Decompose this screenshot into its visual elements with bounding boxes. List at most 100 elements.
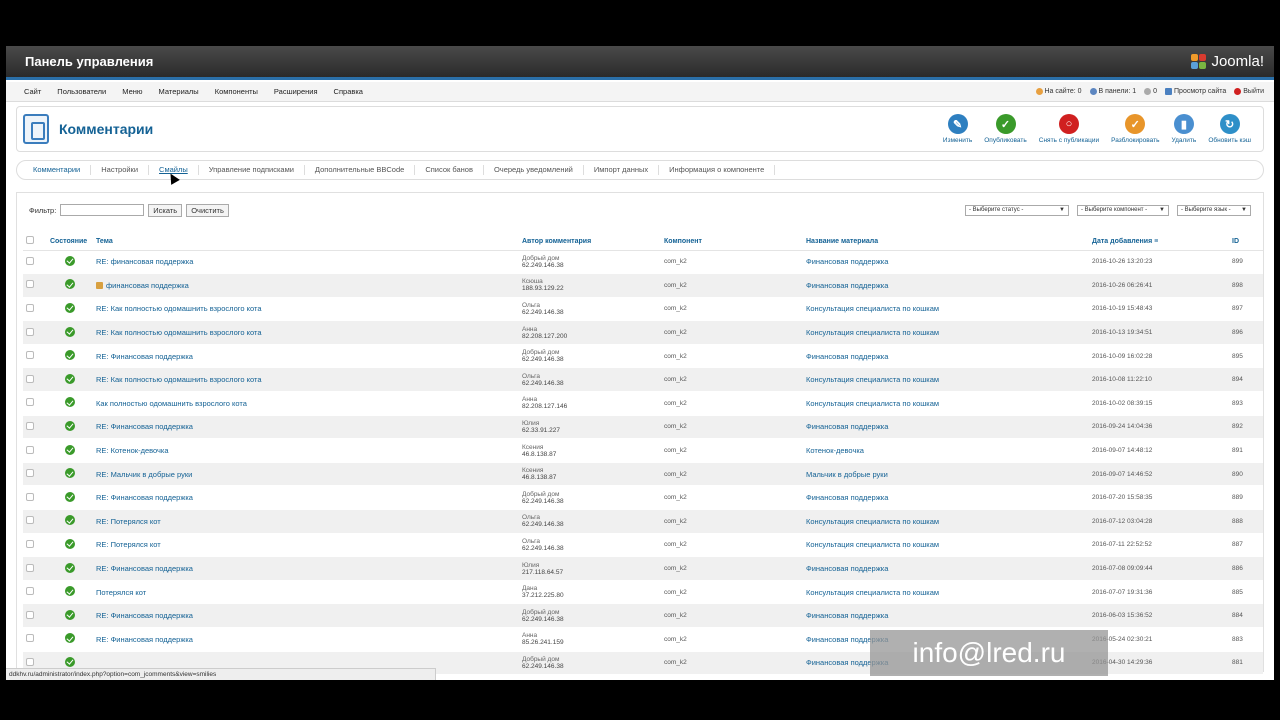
published-icon[interactable] (65, 373, 75, 384)
tab-item[interactable]: Очередь уведомлений (484, 165, 584, 175)
search-button[interactable]: Искать (148, 203, 183, 217)
menu-item[interactable]: Сайт (16, 87, 49, 96)
row-checkbox[interactable] (26, 587, 34, 596)
row-checkbox[interactable] (26, 398, 34, 407)
row-checkbox[interactable] (26, 469, 34, 478)
published-icon[interactable] (65, 326, 75, 337)
column-material[interactable]: Название материала (803, 233, 1089, 251)
material-link[interactable]: Финансовая поддержка (806, 422, 888, 431)
comment-topic-link[interactable]: Как полностью одомашнить взрослого кота (96, 399, 247, 408)
component-select[interactable]: - Выберите компонент - ▼ (1077, 204, 1169, 216)
material-link[interactable]: Финансовая поддержка (806, 564, 888, 573)
published-icon[interactable] (65, 609, 75, 620)
comment-topic-link[interactable]: RE: Финансовая поддержка (96, 564, 193, 573)
column-id[interactable]: ID (1229, 233, 1263, 251)
menu-item[interactable]: Пользователи (49, 87, 114, 96)
comment-topic-link[interactable]: RE: финансовая поддержка (96, 257, 193, 266)
tab-item[interactable]: Настройки (91, 165, 150, 175)
published-icon[interactable] (65, 468, 75, 479)
comment-topic-link[interactable]: RE: Финансовая поддержка (96, 635, 193, 644)
published-icon[interactable] (65, 279, 75, 290)
row-checkbox[interactable] (26, 421, 34, 430)
material-link[interactable]: Консультация специалиста по кошкам (806, 540, 939, 549)
tab-item[interactable]: Комментарии (23, 165, 92, 175)
published-icon[interactable] (65, 586, 75, 597)
row-checkbox[interactable] (26, 516, 34, 525)
row-checkbox[interactable] (26, 280, 34, 289)
row-checkbox[interactable] (26, 492, 34, 501)
row-checkbox[interactable] (26, 657, 34, 666)
material-link[interactable]: Финансовая поддержка (806, 493, 888, 502)
preview-site-link[interactable]: Просмотр сайта (1165, 88, 1226, 95)
comment-topic-link[interactable]: RE: Потерялся кот (96, 517, 161, 526)
published-icon[interactable] (65, 444, 75, 455)
reset-button[interactable]: Очистить (186, 203, 229, 217)
menu-item[interactable]: Компоненты (207, 87, 266, 96)
comment-topic-link[interactable]: RE: Как полностью одомашнить взрослого к… (96, 304, 262, 313)
row-checkbox[interactable] (26, 634, 34, 643)
language-select[interactable]: - Выберите язык - ▼ (1177, 204, 1251, 216)
comment-topic-link[interactable]: RE: Финансовая поддержка (96, 422, 193, 431)
status-select[interactable]: - Выберите статус - ▼ (965, 204, 1069, 216)
material-link[interactable]: Котенок-девочка (806, 446, 864, 455)
published-icon[interactable] (65, 420, 75, 431)
tab-item[interactable]: Список банов (415, 165, 484, 175)
published-icon[interactable] (65, 562, 75, 573)
comment-topic-link[interactable]: RE: Как полностью одомашнить взрослого к… (96, 328, 262, 337)
comment-topic-link[interactable]: RE: Мальчик в добрые руки (96, 470, 192, 479)
comment-topic-link[interactable]: RE: Котенок-девочка (96, 446, 169, 455)
menu-item[interactable]: Расширения (266, 87, 326, 96)
material-link[interactable]: Финансовая поддержка (806, 281, 888, 290)
material-link[interactable]: Мальчик в добрые руки (806, 470, 888, 479)
row-checkbox[interactable] (26, 351, 34, 360)
material-link[interactable]: Консультация специалиста по кошкам (806, 304, 939, 313)
menu-item[interactable]: Справка (326, 87, 371, 96)
tab-item[interactable]: Информация о компоненте (659, 165, 776, 175)
tab-item[interactable]: Импорт данных (584, 165, 660, 175)
published-icon[interactable] (65, 350, 75, 361)
logout-link[interactable]: Выйти (1234, 88, 1264, 95)
toolbar-button[interactable]: ✓ Разблокировать (1105, 114, 1165, 144)
row-checkbox[interactable] (26, 445, 34, 454)
material-link[interactable]: Консультация специалиста по кошкам (806, 517, 939, 526)
tab-item[interactable]: Управление подписками (199, 165, 305, 175)
row-checkbox[interactable] (26, 563, 34, 572)
published-icon[interactable] (65, 515, 75, 526)
toolbar-button[interactable]: ✓ Опубликовать (978, 114, 1033, 144)
material-link[interactable]: Консультация специалиста по кошкам (806, 588, 939, 597)
material-link[interactable]: Финансовая поддержка (806, 257, 888, 266)
tab-item[interactable]: Дополнительные BBCode (305, 165, 416, 175)
row-checkbox[interactable] (26, 539, 34, 548)
select-all-checkbox[interactable] (26, 236, 34, 245)
material-link[interactable]: Консультация специалиста по кошкам (806, 328, 939, 337)
toolbar-button[interactable]: ○ Снять с публикации (1033, 114, 1105, 144)
toolbar-button[interactable]: ↻ Обновить кэш (1202, 114, 1257, 144)
published-icon[interactable] (65, 397, 75, 408)
row-checkbox[interactable] (26, 256, 34, 265)
published-icon[interactable] (65, 302, 75, 313)
column-topic[interactable]: Тема (93, 233, 519, 251)
toolbar-button[interactable]: ▮ Удалить (1165, 114, 1202, 144)
column-component[interactable]: Компонент (661, 233, 803, 251)
menu-item[interactable]: Материалы (151, 87, 207, 96)
comment-topic-link[interactable]: RE: Финансовая поддержка (96, 352, 193, 361)
published-icon[interactable] (65, 538, 75, 549)
filter-input[interactable] (60, 204, 145, 216)
comment-topic-link[interactable]: финансовая поддержка (106, 281, 189, 290)
row-checkbox[interactable] (26, 610, 34, 619)
row-checkbox[interactable] (26, 303, 34, 312)
menu-item[interactable]: Меню (114, 87, 150, 96)
comment-topic-link[interactable]: RE: Как полностью одомашнить взрослого к… (96, 375, 262, 384)
comment-topic-link[interactable]: RE: Финансовая поддержка (96, 611, 193, 620)
column-author[interactable]: Автор комментария (519, 233, 661, 251)
material-link[interactable]: Финансовая поддержка (806, 611, 888, 620)
comment-topic-link[interactable]: Потерялся кот (96, 588, 146, 597)
column-state[interactable]: Состояние (47, 233, 93, 251)
material-link[interactable]: Консультация специалиста по кошкам (806, 375, 939, 384)
material-link[interactable]: Консультация специалиста по кошкам (806, 399, 939, 408)
comment-topic-link[interactable]: RE: Финансовая поддержка (96, 493, 193, 502)
row-checkbox[interactable] (26, 327, 34, 336)
published-icon[interactable] (65, 255, 75, 266)
comment-topic-link[interactable]: RE: Потерялся кот (96, 540, 161, 549)
published-icon[interactable] (65, 491, 75, 502)
